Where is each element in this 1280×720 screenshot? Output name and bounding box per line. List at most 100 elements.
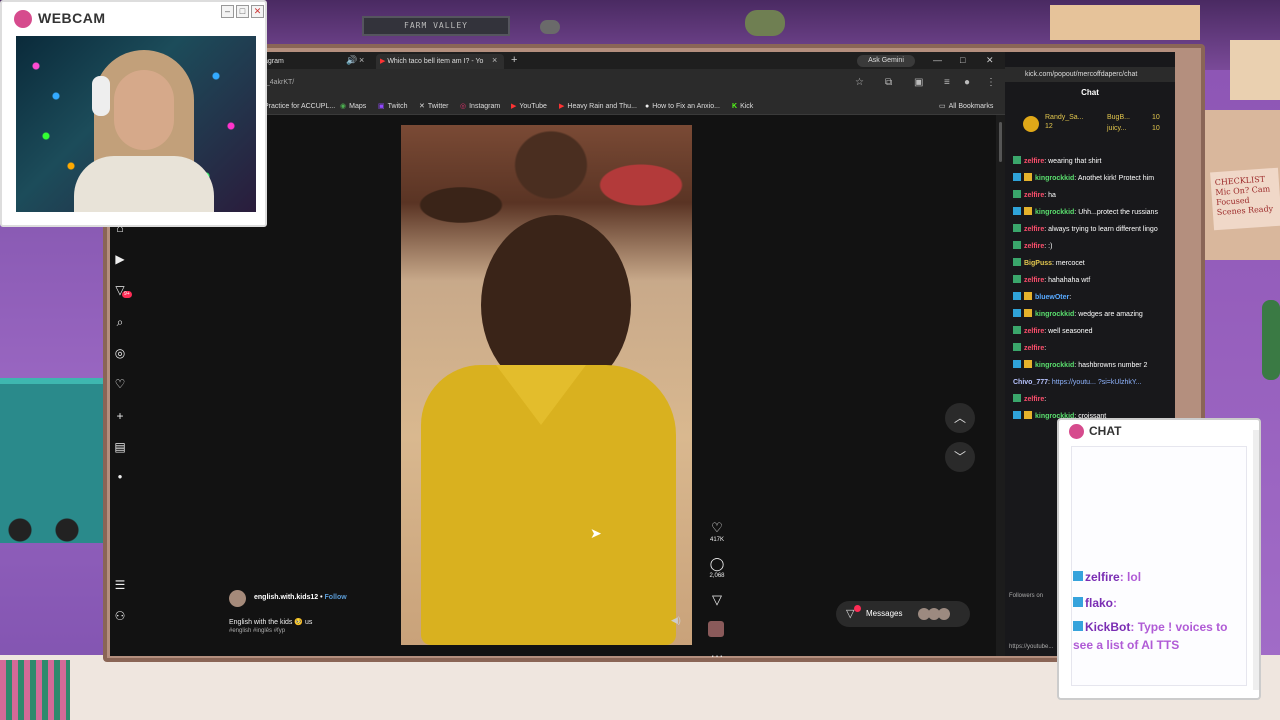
messages-button[interactable]: ▽ Messages — [836, 601, 970, 627]
chat-username[interactable]: kingrockkid — [1035, 209, 1074, 216]
chat-username[interactable]: zelfire — [1024, 243, 1044, 250]
chat-username[interactable]: bluewOter — [1035, 294, 1069, 301]
volume-icon[interactable]: ◀) — [671, 615, 681, 626]
chat-username[interactable]: BigPuss — [1024, 260, 1052, 267]
speaker-icon[interactable]: 🔊 — [346, 54, 357, 67]
bookmark-item[interactable]: ✕ Twitter — [419, 101, 449, 113]
chat-message: zelfire: ha — [1005, 190, 1175, 201]
kick-icon: K — [732, 103, 738, 110]
gifter-name[interactable]: BugB... — [1107, 114, 1130, 121]
streamer-shirt — [74, 156, 214, 212]
previous-video-button[interactable]: ︿ — [945, 403, 975, 433]
chat-message: zelfire: — [1005, 394, 1175, 405]
bookmark-item[interactable]: ◎ Instagram — [460, 101, 500, 113]
stream-overlay: CHECKLIST Mic On? Cam Focused Scenes Rea… — [0, 0, 1280, 720]
profile-avatar-icon[interactable]: ● — [964, 77, 970, 88]
bookmark-label: Kick — [740, 103, 754, 110]
chat-username[interactable]: zelfire — [1024, 277, 1044, 284]
maximize-icon[interactable]: □ — [960, 52, 965, 69]
more-button[interactable]: ··· — [705, 648, 729, 663]
followers-notice: Followers on — [1009, 593, 1044, 599]
globe-icon: ● — [645, 103, 650, 110]
comment-button[interactable]: ◯ 2,068 — [705, 556, 729, 579]
all-bookmarks[interactable]: ▭ All Bookmarks — [939, 101, 993, 113]
badge — [1024, 411, 1032, 419]
footer-link[interactable]: https://youtube... — [1009, 644, 1053, 650]
bookmark-item[interactable]: Practice for ACCUPL... — [264, 101, 335, 113]
tts-text: lol — [1127, 570, 1142, 584]
analytics-icon[interactable]: ▤ — [112, 440, 128, 454]
chat-link[interactable]: https://youtu... ?si=kUlzhkY... — [1052, 379, 1142, 386]
maximize-icon: □ — [236, 5, 249, 18]
notification-badge: 9+ — [122, 291, 132, 298]
bookmark-item[interactable]: ▣ Twitch — [378, 101, 407, 113]
webcam-title: WEBCAM — [38, 10, 106, 26]
webcam-widget: WEBCAM – □ ✕ — [0, 0, 267, 227]
upload-icon[interactable]: + — [112, 409, 128, 423]
bookmark-item[interactable]: ● How to Fix an Anxio... — [645, 101, 720, 113]
search-icon[interactable]: ⌕ — [112, 315, 128, 330]
follow-link[interactable]: Follow — [325, 594, 347, 601]
extensions-icon[interactable]: ≡ — [944, 77, 950, 88]
like-button[interactable]: ♡ 417K — [705, 520, 729, 543]
tts-message: zelfire: lol — [1073, 568, 1233, 586]
explore-icon[interactable]: ◎ — [112, 346, 128, 360]
profile-icon[interactable]: ● — [112, 472, 128, 481]
bookmark-item[interactable]: ▶ YouTube — [511, 101, 547, 113]
share-button[interactable]: ▽ — [705, 592, 729, 608]
chat-username[interactable]: zelfire — [1024, 328, 1044, 335]
gifter-count: 12 — [1045, 123, 1053, 130]
close-window-icon[interactable]: ✕ — [986, 52, 994, 69]
chat-username[interactable]: kingrockkid — [1035, 362, 1074, 369]
bookmark-item[interactable]: ◉ Maps — [340, 101, 366, 113]
chat-text: Uhh...protect the russians — [1078, 209, 1158, 216]
bookmark-item[interactable]: K Kick — [732, 101, 753, 113]
scrollbar-thumb[interactable] — [999, 122, 1002, 162]
sound-disc-icon[interactable] — [708, 621, 724, 637]
badge — [1073, 571, 1083, 581]
bookmark-item[interactable]: ▶ Heavy Rain and Thu... — [559, 101, 637, 113]
chat-title: Chat — [1081, 88, 1099, 97]
tab-instagram[interactable]: agram — [260, 54, 340, 69]
close-tab-icon[interactable]: × — [492, 54, 497, 67]
new-tab-button[interactable]: + — [511, 52, 517, 69]
chat-text: :) — [1048, 243, 1053, 250]
avatar — [938, 608, 950, 620]
author-avatar[interactable] — [229, 590, 246, 607]
chat-username[interactable]: zelfire — [1024, 192, 1044, 199]
creator-tools-icon[interactable]: ⚇ — [112, 609, 128, 623]
chat-address-bar[interactable]: kick.com/popout/mercoffdaperc/chat — [1005, 67, 1175, 82]
page-scrollbar[interactable] — [996, 115, 1005, 656]
author-name[interactable]: english.with.kids12 — [254, 594, 318, 601]
sub-badge — [1013, 326, 1021, 334]
sub-badge — [1013, 241, 1021, 249]
close-tab-icon[interactable]: × — [359, 54, 364, 67]
menu-kebab-icon[interactable]: ⋮ — [986, 77, 996, 88]
ask-gemini-button[interactable]: Ask Gemini — [857, 55, 915, 67]
gifter-name[interactable]: juicy... — [1107, 125, 1126, 132]
menu-icon[interactable]: ☰ — [112, 578, 128, 592]
chat-username[interactable]: zelfire — [1024, 396, 1044, 403]
video-player[interactable] — [401, 125, 692, 645]
chat-username[interactable]: Chivo_777 — [1013, 379, 1048, 386]
chat-username[interactable]: kingrockkid — [1035, 175, 1074, 182]
video-icon[interactable]: ▶ — [112, 252, 128, 266]
next-video-button[interactable]: ﹀ — [945, 442, 975, 472]
gifter-name[interactable]: Randy_Sa... — [1045, 114, 1084, 121]
twitter-icon: ✕ — [419, 103, 425, 110]
streamer-face — [114, 70, 174, 150]
video-caption: English with the kids 🥺 us — [229, 619, 313, 626]
chat-username[interactable]: zelfire — [1024, 226, 1044, 233]
chat-username[interactable]: kingrockkid — [1035, 311, 1074, 318]
tab-youtube[interactable]: ▶ Which taco bell item am I? - Yo — [376, 54, 504, 69]
video-hashtags[interactable]: #english #inglês #fyp — [229, 628, 285, 634]
author-line: english.with.kids12 • Follow — [254, 594, 347, 601]
chat-username[interactable]: zelfire — [1024, 345, 1044, 352]
minimize-icon[interactable]: — — [933, 52, 942, 69]
tts-scrollbar[interactable] — [1253, 430, 1259, 690]
star-icon[interactable]: ☆ — [855, 77, 864, 88]
tab-search-icon[interactable]: ▣ — [914, 77, 923, 88]
extension-icon[interactable]: ⧉ — [885, 77, 892, 88]
chat-username[interactable]: zelfire — [1024, 158, 1044, 165]
favorites-icon[interactable]: ♡ — [112, 377, 128, 391]
